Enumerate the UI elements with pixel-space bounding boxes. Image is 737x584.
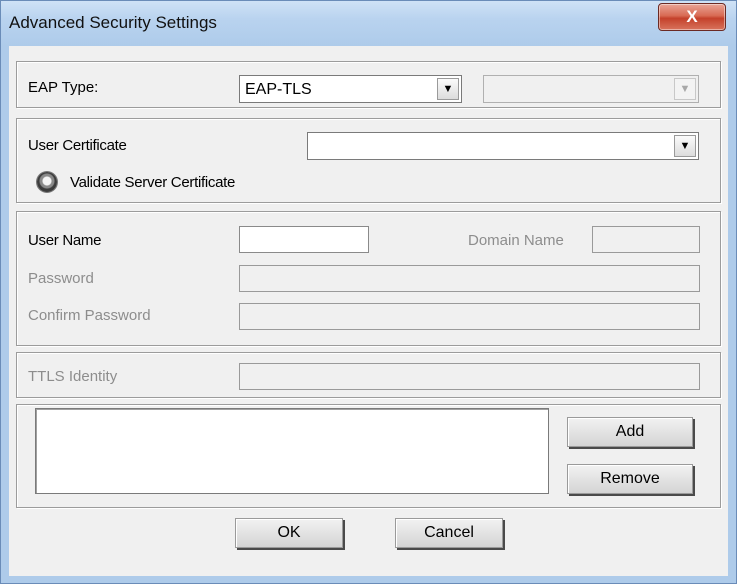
remove-button[interactable]: Remove	[567, 464, 693, 494]
close-icon: X	[686, 7, 698, 26]
cancel-button[interactable]: Cancel	[395, 518, 503, 548]
dialog-client-area: EAP Type: EAP-TLS ▼ ▼ User Certificate ▼…	[9, 46, 728, 576]
user-name-label: User Name	[28, 232, 102, 249]
close-button[interactable]: X	[658, 3, 726, 31]
entry-listbox[interactable]	[35, 408, 549, 494]
domain-name-label: Domain Name	[468, 232, 564, 249]
window-title: Advanced Security Settings	[9, 13, 217, 32]
password-input	[239, 265, 700, 292]
confirm-password-label: Confirm Password	[28, 307, 151, 324]
chevron-down-icon[interactable]: ▼	[674, 135, 696, 157]
ok-button[interactable]: OK	[235, 518, 343, 548]
ttls-identity-label: TTLS Identity	[28, 368, 118, 385]
password-label: Password	[28, 270, 94, 287]
confirm-password-input	[239, 303, 700, 330]
title-bar[interactable]: Advanced Security Settings X	[1, 1, 736, 45]
eap-type-value: EAP-TLS	[245, 81, 312, 98]
user-name-input[interactable]	[239, 226, 369, 253]
validate-server-certificate-label[interactable]: Validate Server Certificate	[70, 174, 235, 191]
user-certificate-select[interactable]: ▼	[307, 132, 699, 160]
dialog-window: Advanced Security Settings X EAP Type: E…	[0, 0, 737, 584]
eap-type-label: EAP Type:	[28, 79, 99, 96]
add-button[interactable]: Add	[567, 417, 693, 447]
eap-subtype-select: ▼	[483, 75, 699, 103]
validate-server-certificate-radio[interactable]	[37, 172, 57, 192]
domain-name-input	[592, 226, 700, 253]
user-certificate-label: User Certificate	[28, 137, 127, 154]
eap-type-select[interactable]: EAP-TLS ▼	[239, 75, 462, 103]
chevron-down-icon[interactable]: ▼	[437, 78, 459, 100]
chevron-down-icon: ▼	[674, 78, 696, 100]
ttls-identity-input	[239, 363, 700, 390]
